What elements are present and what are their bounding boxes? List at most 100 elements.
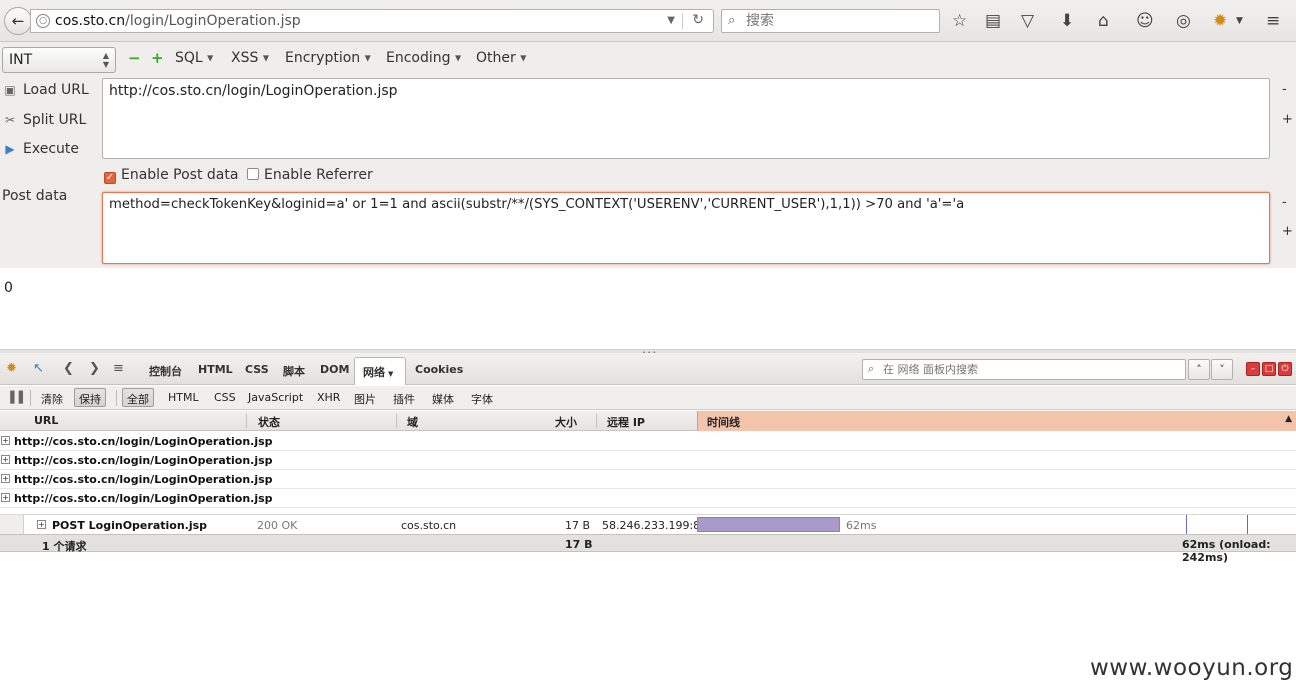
- chat-icon[interactable]: ☺: [1136, 11, 1154, 31]
- expand-icon[interactable]: +: [1, 436, 10, 445]
- back-chevron-icon[interactable]: ❮: [63, 362, 74, 376]
- column-url[interactable]: URL: [34, 414, 58, 427]
- post-grow-button[interactable]: +: [1282, 224, 1293, 239]
- firebug-dropdown-icon[interactable]: ▼: [1236, 11, 1243, 31]
- post-data-textarea[interactable]: method=checkTokenKey&loginid=a' or 1=1 a…: [102, 192, 1270, 264]
- enable-referrer-checkbox[interactable]: Enable Referrer: [247, 166, 373, 184]
- firebug-menu-icon[interactable]: ✹: [6, 362, 17, 376]
- column-status[interactable]: 状态: [258, 414, 280, 430]
- expand-icon[interactable]: +: [37, 520, 46, 529]
- clear-button[interactable]: 清除: [41, 391, 63, 407]
- filter-javascript[interactable]: JavaScript: [248, 391, 303, 404]
- history-row[interactable]: + http://cos.sto.cn/login/LoginOperation.…: [0, 451, 1296, 470]
- sort-ascending-icon: ▲: [1285, 414, 1292, 424]
- increase-icon[interactable]: +: [151, 51, 164, 66]
- filter-css[interactable]: CSS: [214, 391, 236, 404]
- search-input[interactable]: [746, 12, 926, 30]
- filter-fonts[interactable]: 字体: [471, 391, 493, 407]
- bookmark-star-icon[interactable]: ☆: [952, 11, 967, 31]
- command-line-icon[interactable]: ≡: [113, 362, 124, 376]
- column-timeline[interactable]: 时间线 ▲: [697, 411, 1296, 431]
- split-url-button[interactable]: ✂ Split URL: [2, 110, 86, 130]
- menu-encoding[interactable]: Encoding ▼: [386, 50, 461, 66]
- history-row[interactable]: + http://cos.sto.cn/login/LoginOperation.…: [0, 489, 1296, 508]
- menu-sql[interactable]: SQL ▼: [175, 50, 213, 66]
- inspect-element-icon[interactable]: ↖: [33, 362, 44, 376]
- search-bar[interactable]: ⌕: [721, 9, 940, 33]
- history-url: http://cos.sto.cn/login/LoginOperation.j…: [14, 492, 273, 505]
- forward-chevron-icon[interactable]: ❯: [89, 362, 100, 376]
- pocket-icon[interactable]: ▽: [1021, 11, 1034, 31]
- filter-images[interactable]: 图片: [354, 391, 376, 407]
- play-icon: ▶: [5, 142, 15, 156]
- tab-script[interactable]: 脚本: [283, 363, 305, 379]
- onload-line: [1247, 515, 1248, 535]
- request-row[interactable]: + POST LoginOperation.jsp 200 OK cos.sto…: [0, 514, 1296, 535]
- decrease-icon[interactable]: −: [128, 51, 141, 66]
- minimize-icon[interactable]: –: [1246, 362, 1260, 376]
- post-shrink-button[interactable]: -: [1282, 195, 1287, 210]
- bookmarks-list-icon[interactable]: ▤: [985, 11, 1001, 31]
- filter-plugins[interactable]: 插件: [393, 391, 415, 407]
- filter-all[interactable]: 全部: [122, 388, 154, 407]
- globe-icon: ○: [36, 14, 50, 28]
- menu-other[interactable]: Other ▼: [476, 50, 526, 66]
- url-textarea[interactable]: http://cos.sto.cn/login/LoginOperation.j…: [102, 78, 1270, 159]
- network-column-headers: URL 状态 域 大小 远程 IP 时间线 ▲: [0, 411, 1296, 431]
- expand-icon[interactable]: +: [1, 493, 10, 502]
- column-remote-ip[interactable]: 远程 IP: [607, 414, 645, 430]
- column-domain[interactable]: 域: [407, 414, 418, 430]
- home-icon[interactable]: ⌂: [1098, 11, 1109, 31]
- panel-search-input[interactable]: [883, 362, 1178, 377]
- history-row[interactable]: + http://cos.sto.cn/login/LoginOperation.…: [0, 432, 1296, 451]
- execute-button[interactable]: ▶ Execute: [2, 139, 79, 159]
- request-remote-ip: 58.246.233.199:80: [602, 519, 708, 532]
- url-bar[interactable]: ○ cos.sto.cn/login/LoginOperation.jsp ▼ …: [30, 9, 714, 33]
- menu-icon[interactable]: ≡: [1266, 11, 1280, 31]
- pause-icon[interactable]: ▐▐: [6, 391, 23, 404]
- tab-console[interactable]: 控制台: [149, 363, 182, 379]
- column-size[interactable]: 大小: [555, 414, 577, 430]
- close-icon[interactable]: ⏻: [1278, 362, 1292, 376]
- url-history-dropdown-icon[interactable]: ▼: [667, 15, 675, 26]
- tab-cookies[interactable]: Cookies: [415, 363, 463, 376]
- url-text[interactable]: cos.sto.cn/login/LoginOperation.jsp: [55, 13, 301, 29]
- url-textarea-value: http://cos.sto.cn/login/LoginOperation.j…: [109, 83, 398, 99]
- tab-dom[interactable]: DOM: [320, 363, 349, 376]
- detach-icon[interactable]: □: [1262, 362, 1276, 376]
- load-url-button[interactable]: ▣ Load URL: [2, 80, 88, 100]
- url-grow-button[interactable]: +: [1282, 112, 1293, 127]
- tab-network-label: 网络: [363, 366, 385, 379]
- downloads-icon[interactable]: ⬇: [1060, 11, 1074, 31]
- encoding-select[interactable]: INT ▲ ▼: [2, 47, 116, 73]
- enable-post-checkbox[interactable]: ✓ Enable Post data: [104, 166, 238, 184]
- history-row[interactable]: + http://cos.sto.cn/login/LoginOperation.…: [0, 470, 1296, 489]
- expand-icon[interactable]: +: [1, 455, 10, 464]
- back-button[interactable]: ←: [4, 7, 32, 35]
- url-shrink-button[interactable]: -: [1282, 82, 1287, 97]
- expand-icon[interactable]: +: [1, 474, 10, 483]
- menu-encryption[interactable]: Encryption ▼: [285, 50, 371, 66]
- summary-timing: 62ms (onload: 242ms): [1182, 538, 1271, 564]
- menu-sql-label: SQL: [175, 50, 203, 66]
- reload-icon[interactable]: ↻: [692, 12, 704, 28]
- addon-globe-icon[interactable]: ◎: [1176, 11, 1191, 31]
- menu-xss[interactable]: XSS ▼: [231, 50, 269, 66]
- tab-css[interactable]: CSS: [245, 363, 269, 376]
- search-previous-button[interactable]: ˄: [1188, 359, 1210, 380]
- checkbox-checked-icon: ✓: [104, 172, 116, 184]
- persist-button[interactable]: 保持: [74, 388, 106, 407]
- filter-xhr[interactable]: XHR: [317, 391, 340, 404]
- search-next-button[interactable]: ˅: [1211, 359, 1233, 380]
- panel-search-box[interactable]: ⌕: [862, 359, 1186, 380]
- post-data-label: Post data: [2, 188, 68, 204]
- tab-html[interactable]: HTML: [198, 363, 233, 376]
- filter-media[interactable]: 媒体: [432, 391, 454, 407]
- filter-html[interactable]: HTML: [168, 391, 199, 404]
- firebug-toolbar: ✹ ↖ ❮ ❯ ≡ 控制台 HTML CSS 脚本 DOM 网络 ▼ Cookie…: [0, 353, 1296, 385]
- tab-network[interactable]: 网络 ▼: [354, 357, 406, 385]
- history-url: http://cos.sto.cn/login/LoginOperation.j…: [14, 473, 273, 486]
- select-arrows-icon: ▲ ▼: [102, 51, 109, 69]
- firebug-icon[interactable]: ✹: [1213, 11, 1227, 31]
- column-separator: [396, 414, 397, 428]
